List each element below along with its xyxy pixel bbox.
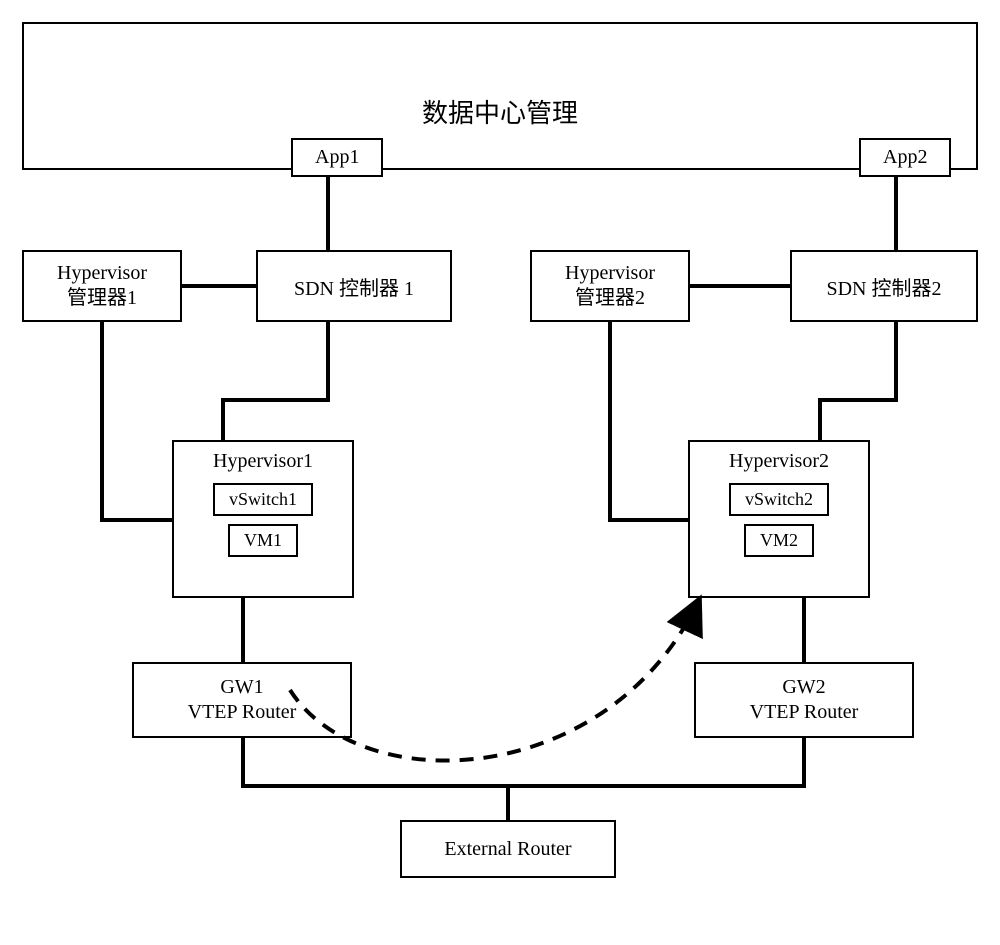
vswitch-2: vSwitch2: [729, 483, 829, 516]
hypervisor-2: Hypervisor2 vSwitch2 VM2: [688, 440, 870, 598]
hypervisor-mgr-2: Hypervisor 管理器2: [530, 250, 690, 322]
sdn-controller-2: SDN 控制器2: [790, 250, 978, 322]
vm-1: VM1: [228, 524, 298, 557]
vswitch-1: vSwitch1: [213, 483, 313, 516]
external-router: External Router: [400, 820, 616, 878]
app2-box: App2: [859, 138, 951, 177]
datacenter-mgmt-title: 数据中心管理: [422, 93, 578, 130]
hypervisor-2-title: Hypervisor2: [729, 450, 829, 473]
gw2: GW2 VTEP Router: [694, 662, 914, 738]
sdn-controller-1: SDN 控制器 1: [256, 250, 452, 322]
hypervisor-1: Hypervisor1 vSwitch1 VM1: [172, 440, 354, 598]
datacenter-mgmt-box: 数据中心管理: [22, 22, 978, 170]
app1-box: App1: [291, 138, 383, 177]
hypervisor-mgr-1: Hypervisor 管理器1: [22, 250, 182, 322]
gw1: GW1 VTEP Router: [132, 662, 352, 738]
hypervisor-1-title: Hypervisor1: [213, 450, 313, 473]
vm-2: VM2: [744, 524, 814, 557]
